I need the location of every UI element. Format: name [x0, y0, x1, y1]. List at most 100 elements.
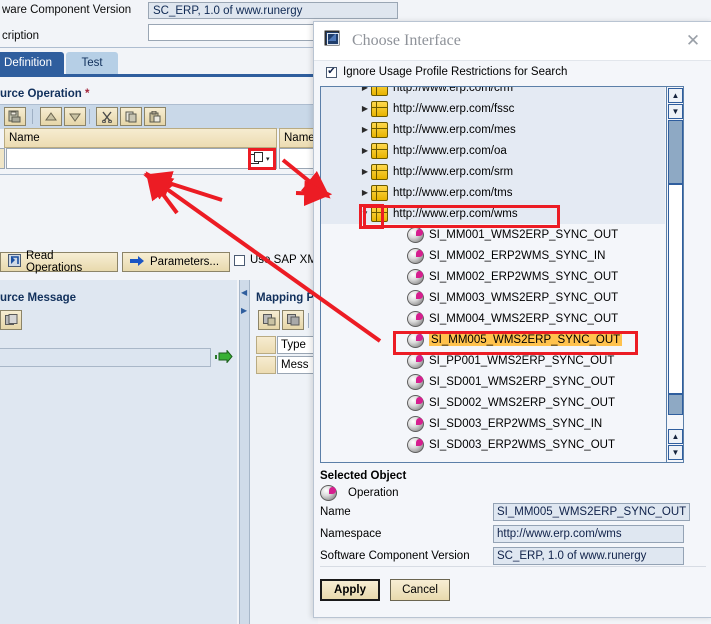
tree-row-label: SI_MM003_WMS2ERP_SYNC_OUT — [429, 291, 619, 304]
close-icon[interactable]: ✕ — [684, 32, 702, 50]
operation-icon — [407, 436, 424, 453]
cancel-button[interactable]: Cancel — [390, 579, 450, 601]
arrow-right-icon — [130, 255, 145, 270]
tree-operation-row[interactable]: SI_SD002_WMS2ERP_SYNC_OUT — [321, 392, 665, 413]
operation-icon — [407, 415, 424, 432]
selected-object-row-label: Software Component Version — [320, 550, 470, 562]
row-selector[interactable] — [0, 148, 5, 169]
source-message-value[interactable] — [0, 348, 211, 367]
selected-object-row: Software Component Version SC_ERP, 1.0 of… — [320, 545, 684, 567]
scroll-down-button-bottom[interactable]: ▼ — [668, 445, 683, 460]
selected-object-row: Name SI_MM005_WMS2ERP_SYNC_OUT — [320, 501, 691, 523]
tree-operation-row[interactable]: SI_PP001_WMS2ERP_SYNC_OUT — [321, 350, 665, 371]
ignore-usage-profile-checkbox[interactable]: ✔ — [326, 66, 337, 78]
mapping-row-1-label[interactable]: Mess — [277, 356, 318, 374]
tree-row-label: SI_PP001_WMS2ERP_SYNC_OUT — [429, 354, 615, 367]
tree-operation-row[interactable]: SI_MM004_WMS2ERP_SYNC_OUT — [321, 308, 665, 329]
copy-icon[interactable] — [120, 107, 142, 126]
operation-icon — [407, 289, 424, 306]
read-operations-button[interactable]: Read Operations — [0, 250, 118, 274]
save-icon[interactable] — [4, 107, 26, 126]
dialog-title-bar: Choose Interface ✕ — [314, 22, 711, 60]
apply-button[interactable]: Apply — [320, 579, 380, 601]
interface-tree-viewport[interactable]: ▶ http://www.erp.com/crm ▶ http://www.erp.c… — [321, 87, 665, 462]
use-sap-xml-checkbox[interactable] — [234, 254, 245, 266]
move-up-icon[interactable] — [40, 107, 62, 126]
mapping-row-1-marker — [256, 356, 276, 374]
tree-operation-row[interactable]: SI_SD003_ERP2WMS_SYNC_OUT — [321, 434, 665, 455]
scroll-up-button-bottom[interactable]: ▲ — [668, 429, 683, 444]
tree-namespace-row[interactable]: ▶ http://www.erp.com/tms — [321, 182, 665, 203]
move-down-icon[interactable] — [64, 107, 86, 126]
source-operation-toolbar — [0, 104, 318, 129]
dialog-footer: Apply Cancel — [320, 566, 706, 607]
tree-operation-row[interactable]: SI_SD001_WMS2ERP_SYNC_OUT — [321, 371, 665, 392]
scroll-down-button-top[interactable]: ▼ — [668, 104, 683, 119]
tree-operation-row[interactable]: SI_MM002_ERP2WMS_SYNC_IN — [321, 245, 665, 266]
chevron-down-icon[interactable]: ▼ — [359, 209, 371, 218]
chevron-right-icon[interactable]: ▶ — [359, 87, 371, 92]
scroll-up-button-top[interactable]: ▲ — [668, 88, 683, 103]
tree-operation-row[interactable]: SI_MM002_ERP2WMS_SYNC_OUT — [321, 266, 665, 287]
tree-operation-row[interactable]: SI_SD003_ERP2WMS_SYNC_IN — [321, 413, 665, 434]
operation-icon — [407, 310, 424, 327]
namespace-icon — [371, 121, 388, 138]
tree-row-label: http://www.erp.com/srm — [393, 165, 514, 178]
tab-test[interactable]: Test — [66, 52, 118, 74]
operation-name-input[interactable] — [6, 148, 277, 169]
tree-namespace-row[interactable]: ▶ http://www.erp.com/fssc — [321, 98, 665, 119]
tree-namespace-row[interactable]: ▶ http://www.erp.com/srm — [321, 161, 665, 182]
scrollbar-thumb-lower[interactable] — [668, 394, 683, 415]
chevron-right-icon[interactable]: ▶ — [359, 146, 371, 155]
tab-underline — [0, 74, 318, 77]
ignore-usage-profile-row[interactable]: ✔ Ignore Usage Profile Restrictions for … — [326, 66, 567, 78]
parameters-button[interactable]: Parameters... — [122, 252, 230, 272]
scrollbar-thumb[interactable] — [668, 120, 683, 184]
tree-row-label: http://www.erp.com/oa — [393, 144, 507, 157]
selected-object-row: Namespace http://www.erp.com/wms — [320, 523, 684, 545]
mapping-add-icon[interactable] — [258, 310, 280, 330]
tree-namespace-row[interactable]: ▶ http://www.erp.com/crm — [321, 87, 665, 98]
source-message-browse-icon[interactable] — [0, 310, 22, 330]
tree-operation-row[interactable]: SI_MM005_WMS2ERP_SYNC_OUT — [321, 329, 665, 350]
chevron-right-icon[interactable]: ▶ — [359, 125, 371, 134]
selected-object-row-label: Namespace — [320, 528, 382, 540]
cut-icon[interactable] — [96, 107, 118, 126]
mapping-panel-title: Mapping P — [256, 292, 315, 304]
chevron-right-icon[interactable]: ▶ — [359, 188, 371, 197]
ignore-usage-profile-label: Ignore Usage Profile Restrictions for Se… — [343, 66, 568, 78]
tree-namespace-row[interactable]: ▶ http://www.erp.com/mes — [321, 119, 665, 140]
choose-interface-dialog: Choose Interface ✕ ✔ Ignore Usage Profil… — [313, 21, 711, 618]
tab-definition[interactable]: Definition — [0, 52, 64, 74]
scrollbar-track[interactable] — [668, 184, 683, 394]
operation-icon — [407, 268, 424, 285]
chevron-right-icon[interactable]: ▶ — [359, 167, 371, 176]
use-sap-xml-checkbox-row[interactable]: Use SAP XM — [234, 254, 317, 266]
interface-tree[interactable]: ▶ http://www.erp.com/crm ▶ http://www.erp.c… — [320, 86, 684, 463]
source-message-panel — [0, 280, 237, 624]
grid-column-header-name-left[interactable]: Name — [4, 128, 277, 148]
selected-object-row-label: Name — [320, 506, 351, 518]
tree-row-label: http://www.erp.com/wms — [393, 207, 518, 220]
mapping-detail-icon[interactable] — [282, 310, 304, 330]
tree-namespace-row[interactable]: ▶ http://www.erp.com/oa — [321, 140, 665, 161]
selected-object-rows: Name SI_MM005_WMS2ERP_SYNC_OUT Namespace ht… — [320, 501, 691, 567]
tree-vertical-scrollbar[interactable]: ▲ ▼ ▲ ▼ — [666, 87, 683, 462]
dialog-title-divider — [314, 60, 711, 61]
tree-operation-row[interactable]: SI_MM003_WMS2ERP_SYNC_OUT — [321, 287, 665, 308]
namespace-icon — [371, 205, 388, 222]
panel-splitter[interactable]: ◀ ▶ — [239, 280, 250, 624]
operation-icon — [407, 331, 424, 348]
mapping-row-0-label[interactable]: Type — [277, 336, 318, 354]
dialog-title: Choose Interface — [352, 32, 461, 49]
transfer-arrow-icon — [215, 349, 233, 366]
tree-operation-row[interactable]: SI_MM001_WMS2ERP_SYNC_OUT — [321, 224, 665, 245]
tree-row-label: SI_SD002_WMS2ERP_SYNC_OUT — [429, 396, 615, 409]
mapping-row-0-marker — [256, 336, 276, 354]
tree-namespace-row[interactable]: ▼ http://www.erp.com/wms — [321, 203, 665, 224]
paste-icon[interactable] — [144, 107, 166, 126]
selected-object-type: Operation — [320, 485, 684, 501]
namespace-icon — [371, 184, 388, 201]
chevron-right-icon[interactable]: ▶ — [359, 104, 371, 113]
value-help-button[interactable]: ▾ — [250, 151, 274, 166]
